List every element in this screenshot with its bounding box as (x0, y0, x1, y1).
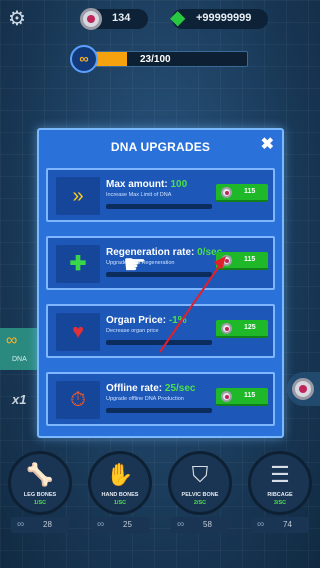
upgrade-card-offline-rate: ⏱ Offline rate: 25/sec Upgrade offline D… (46, 372, 275, 426)
dna-upgrades-modal: DNA UPGRADES ✖ » Max amount: 100 Increas… (37, 128, 284, 438)
coin-icon (80, 8, 102, 30)
bone-cost-hand-bones: ∞ 25 (91, 517, 149, 533)
plus-icon: ✚ (56, 245, 100, 283)
upgrade-cost: 115 (244, 392, 256, 399)
upgrade-desc: Increase Max Limit of DNA (106, 192, 172, 198)
dna-helix-icon: ∞ (257, 519, 265, 530)
coin-icon (221, 323, 232, 334)
cost-value: 74 (283, 520, 292, 529)
upgrade-title: Max amount: 100 (106, 179, 188, 190)
bone-label: HAND BONES (101, 492, 139, 498)
multiplier-label[interactable]: x1 (12, 392, 26, 407)
coin-icon (221, 391, 232, 402)
upgrade-card-organ-price: ♥ Organ Price: -1% Decrease organ price … (46, 304, 275, 358)
dna-helix-icon: ∞ (97, 519, 105, 530)
coin-icon (292, 378, 314, 400)
upgrade-progress-bar (106, 340, 212, 345)
upgrade-cost: 125 (244, 324, 256, 331)
bone-rate: 1/SC (113, 500, 127, 506)
upgrade-cost: 115 (244, 188, 256, 195)
organ-icon: ♥ (56, 313, 100, 351)
bone-rate: 1/SC (33, 500, 47, 506)
dna-helix-icon: ∞ (177, 519, 185, 530)
coin-count: 134 (112, 12, 131, 24)
upgrade-buy-button[interactable]: 125 (216, 320, 268, 338)
dna-side-button[interactable]: ∞ DNA (0, 328, 40, 370)
dna-progress-text: 23/100 (140, 54, 171, 65)
hand-bone-icon: ✋ (106, 462, 134, 487)
cost-value: 58 (203, 520, 212, 529)
ribcage-icon: ☰ (270, 462, 290, 487)
upgrade-progress-bar (106, 408, 212, 413)
close-icon[interactable]: ✖ (261, 136, 274, 154)
dna-side-label: DNA (12, 356, 27, 363)
upgrade-buy-button[interactable]: 115 (216, 184, 268, 202)
gem-count: +99999999 (196, 12, 252, 24)
cost-value: 25 (123, 520, 132, 529)
upgrade-buy-button[interactable]: 115 (216, 252, 268, 270)
upgrade-title: Organ Price: -1% (106, 315, 187, 326)
bone-rate: 3/SC (273, 500, 287, 506)
tutorial-hand-icon: ☛ (123, 249, 147, 279)
upgrade-title: Offline rate: 25/sec (106, 383, 196, 394)
pelvis-icon: ⛉ (191, 462, 209, 487)
bone-rate: 2/SC (193, 500, 207, 506)
bone-label: PELVIC BONE (181, 492, 219, 498)
settings-gear-icon[interactable]: ⚙ (6, 8, 28, 30)
coin-icon (221, 255, 232, 266)
modal-title: DNA UPGRADES (110, 140, 211, 154)
cost-value: 28 (43, 520, 52, 529)
bone-cost-pelvic-bone: ∞ 58 (171, 517, 229, 533)
upgrade-desc: Upgrade offline DNA Production (106, 396, 184, 402)
bone-label: RIBCAGE (267, 492, 293, 498)
upgrade-card-max-amount: » Max amount: 100 Increase Max Limit of … (46, 168, 275, 222)
bone-button-ribcage[interactable]: ☰ RIBCAGE 3/SC (248, 451, 312, 515)
dna-helix-icon: ∞ (6, 332, 18, 349)
bone-button-hand-bones[interactable]: ✋ HAND BONES 1/SC (88, 451, 152, 515)
bone-button-leg-bones[interactable]: 🦴 LEG BONES 1/SC (8, 451, 72, 515)
upgrade-progress-bar (106, 204, 212, 209)
dna-helix-icon: ∞ (17, 519, 25, 530)
gem-icon: ◆ (170, 7, 186, 29)
leg-bone-icon: 🦴 (26, 462, 54, 487)
chevrons-icon: » (56, 177, 100, 215)
bone-label: LEG BONES (23, 492, 57, 498)
dna-icon: ∞ (70, 45, 98, 73)
bone-button-pelvic-bone[interactable]: ⛉ PELVIC BONE 2/SC (168, 451, 232, 515)
bone-cost-ribcage: ∞ 74 (251, 517, 309, 533)
upgrade-cost: 115 (244, 256, 256, 263)
upgrade-progress-bar (106, 272, 212, 277)
upgrade-desc: Decrease organ price (106, 328, 159, 334)
upgrade-card-regeneration-rate: ✚ Regeneration rate: 0/sec Upgrade DNA R… (46, 236, 275, 290)
bone-cost-leg-bones: ∞ 28 (11, 517, 69, 533)
upgrade-buy-button[interactable]: 115 (216, 388, 268, 406)
offline-clock-icon: ⏱ (56, 381, 100, 419)
coin-icon (221, 187, 232, 198)
